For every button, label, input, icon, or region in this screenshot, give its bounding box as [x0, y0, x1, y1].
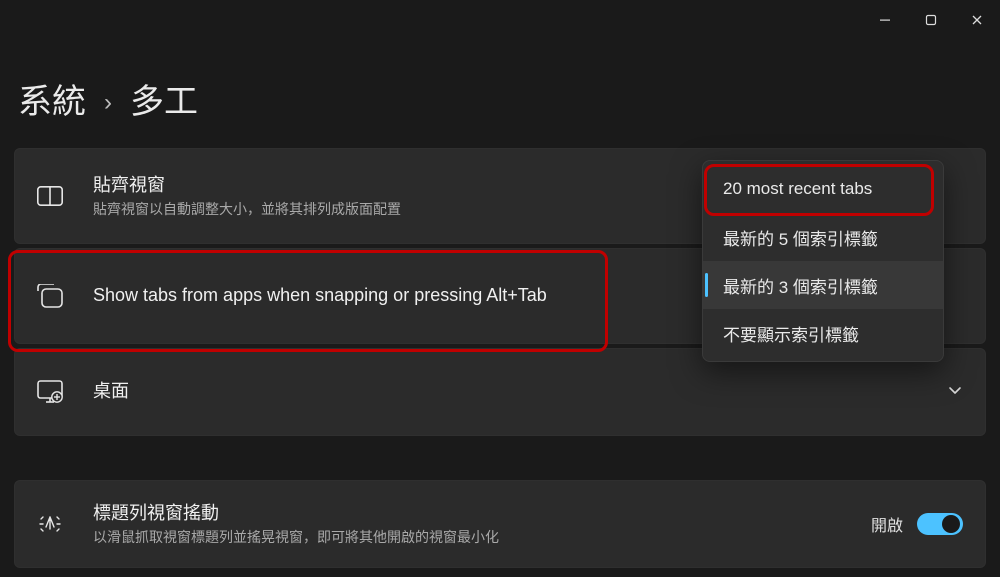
row-title-bar-shake[interactable]: 標題列視窗搖動 以滑鼠抓取視窗標題列並搖晃視窗，即可將其他開啟的視窗最小化 開啟 [14, 480, 986, 568]
dropdown-option-none[interactable]: 不要顯示索引標籤 [703, 309, 943, 357]
tabs-count-dropdown[interactable]: 20 most recent tabs 最新的 5 個索引標籤 最新的 3 個索… [702, 160, 944, 362]
minimize-button[interactable] [862, 0, 908, 40]
shake-icon [37, 511, 73, 537]
toggle-state-label: 開啟 [871, 512, 903, 536]
row-shake-desc: 以滑鼠抓取視窗標題列並搖晃視窗，即可將其他開啟的視窗最小化 [93, 528, 871, 548]
row-shake-title: 標題列視窗搖動 [93, 501, 871, 526]
window-controls [862, 0, 1000, 40]
tabs-icon [37, 284, 73, 308]
close-button[interactable] [954, 0, 1000, 40]
dropdown-option-3[interactable]: 最新的 3 個索引標籤 [703, 261, 943, 309]
dropdown-option-20[interactable]: 20 most recent tabs [703, 165, 943, 213]
dropdown-option-5[interactable]: 最新的 5 個索引標籤 [703, 213, 943, 261]
chevron-down-icon [947, 382, 963, 403]
shake-toggle[interactable] [917, 513, 963, 535]
breadcrumb-root[interactable]: 系統 [18, 74, 86, 123]
maximize-button[interactable] [908, 0, 954, 40]
breadcrumb-current: 多工 [130, 74, 198, 123]
snap-windows-icon [37, 186, 73, 206]
chevron-right-icon: › [104, 89, 112, 117]
desktop-add-icon [37, 380, 73, 404]
breadcrumb: 系統 › 多工 [18, 74, 198, 123]
row-desktops-title: 桌面 [93, 379, 947, 404]
